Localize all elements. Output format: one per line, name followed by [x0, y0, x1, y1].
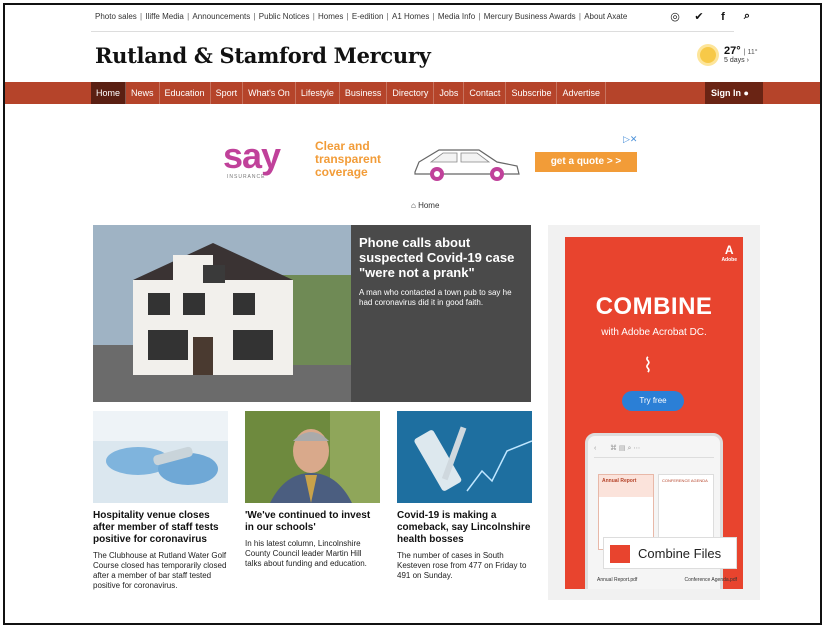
hero-summary: A man who contacted a town pub to say he… — [359, 288, 512, 307]
divider — [91, 31, 734, 32]
say-logo-sub: INSURANCE — [227, 174, 266, 180]
card-image-lab — [93, 411, 228, 503]
nav-business[interactable]: Business — [340, 82, 388, 104]
card-image-portrait — [245, 411, 380, 503]
weather-low: | 11° — [743, 49, 758, 56]
weather-temp: 27° — [724, 45, 741, 57]
hero-image — [93, 225, 351, 402]
get-quote-button[interactable]: get a quote > > — [535, 152, 637, 172]
site-logo[interactable]: Rutland & Stamford Mercury — [95, 43, 431, 68]
file-name-2: Conference Agenda.pdf — [684, 577, 737, 583]
card-summary: The Clubhouse at Rutland Water Golf Cour… — [93, 551, 227, 590]
nav-whats-on[interactable]: What's On — [243, 82, 296, 104]
utility-bar: Photo sales | Iliffe Media | Announcemen… — [5, 5, 820, 31]
sun-icon — [700, 46, 716, 63]
nav-directory[interactable]: Directory — [387, 82, 435, 104]
article-card[interactable]: Hospitality venue closes after member of… — [93, 411, 228, 591]
ad-headline: COMBINE — [595, 293, 713, 320]
adobe-logo-text: Adobe — [721, 257, 737, 263]
hero-article[interactable]: Phone calls about suspected Covid-19 cas… — [93, 225, 531, 402]
link-homes[interactable]: Homes — [318, 12, 343, 21]
nav-contact[interactable]: Contact — [464, 82, 507, 104]
nav-advertise[interactable]: Advertise — [557, 82, 606, 104]
adchoices-icon[interactable]: ▷✕ — [623, 134, 637, 145]
nav-news[interactable]: News — [126, 82, 160, 104]
ad-subheadline: with Adobe Acrobat DC. — [601, 327, 707, 338]
breadcrumb[interactable]: ⌂ Home — [411, 201, 439, 210]
link-public-notices[interactable]: Public Notices — [259, 12, 310, 21]
try-free-button[interactable]: Try free — [622, 391, 684, 411]
doc-title: Annual Report — [599, 475, 653, 497]
hero-text: Phone calls about suspected Covid-19 cas… — [351, 225, 531, 402]
social-links: ◎ ✔ f ⌕ — [669, 10, 753, 23]
nav-home[interactable]: Home — [91, 82, 127, 104]
nav-sport[interactable]: Sport — [211, 82, 244, 104]
twitter-icon[interactable]: ✔ — [693, 10, 705, 23]
link-business-awards[interactable]: Mercury Business Awards — [484, 12, 576, 21]
link-photo-sales[interactable]: Photo sales — [95, 12, 137, 21]
ad-tagline-3: coverage — [315, 165, 368, 179]
nav-education[interactable]: Education — [160, 82, 211, 104]
home-icon: ⌂ — [411, 201, 416, 210]
car-illustration — [414, 149, 520, 181]
phone-toolbar: ‹ ⌘ ▤ ⌕ ⋯ — [594, 444, 714, 458]
main-nav: Home News Education Sport What's On Life… — [5, 82, 820, 104]
adobe-ad[interactable]: A Adobe COMBINE with Adobe Acrobat DC. ⌇ … — [565, 237, 743, 589]
card-headline[interactable]: Hospitality venue closes after member of… — [93, 510, 228, 546]
link-a1-homes[interactable]: A1 Homes — [392, 12, 429, 21]
hero-headline[interactable]: Phone calls about suspected Covid-19 cas… — [359, 235, 523, 280]
link-iliffe-media[interactable]: Iliffe Media — [145, 12, 184, 21]
sign-in-button[interactable]: Sign In ● — [705, 82, 763, 104]
nav-lifestyle[interactable]: Lifestyle — [296, 82, 340, 104]
ad-tagline: Clear and transparent coverage — [315, 140, 381, 179]
acrobat-icon: ⌇ — [643, 355, 653, 377]
card-headline[interactable]: 'We've continued to invest in our school… — [245, 510, 380, 534]
nav-jobs[interactable]: Jobs — [434, 82, 465, 104]
insurance-ad-banner[interactable]: say INSURANCE Clear and transparent cove… — [217, 130, 639, 190]
weather-widget[interactable]: 27° | 11° 5 days › — [700, 45, 758, 64]
article-card[interactable]: Covid-19 is making a comeback, say Linco… — [397, 411, 532, 581]
user-icon: ● — [743, 88, 749, 98]
card-image-vaccine — [397, 411, 532, 503]
file-name-1: Annual Report.pdf — [597, 577, 638, 583]
say-logo: say — [223, 135, 281, 176]
combine-files-badge: Combine Files — [603, 537, 737, 569]
nav-subscribe[interactable]: Subscribe — [506, 82, 558, 104]
weather-forecast-link[interactable]: 5 days › — [724, 57, 758, 64]
card-summary: The number of cases in South Kesteven ro… — [397, 551, 527, 580]
link-media-info[interactable]: Media Info — [438, 12, 475, 21]
instagram-icon[interactable]: ◎ — [669, 10, 681, 23]
link-announcements[interactable]: Announcements — [192, 12, 250, 21]
sign-in-label: Sign In — [711, 88, 741, 98]
utility-links: Photo sales | Iliffe Media | Announcemen… — [95, 12, 628, 21]
file-names: Annual Report.pdf Conference Agenda.pdf — [597, 577, 737, 583]
link-e-edition[interactable]: E-edition — [352, 12, 384, 21]
browser-frame: Photo sales | Iliffe Media | Announcemen… — [3, 3, 822, 625]
breadcrumb-home: Home — [418, 201, 440, 210]
adobe-logo: A Adobe — [721, 243, 737, 263]
adobe-ad-container: A Adobe COMBINE with Adobe Acrobat DC. ⌇ … — [548, 225, 760, 600]
search-icon[interactable]: ⌕ — [741, 10, 753, 23]
files-icon — [610, 545, 630, 563]
combine-files-label: Combine Files — [638, 546, 722, 561]
card-summary: In his latest column, Lincolnshire Count… — [245, 539, 367, 568]
link-about-axate[interactable]: About Axate — [584, 12, 627, 21]
facebook-icon[interactable]: f — [717, 11, 729, 23]
card-headline[interactable]: Covid-19 is making a comeback, say Linco… — [397, 510, 532, 546]
article-card[interactable]: 'We've continued to invest in our school… — [245, 411, 380, 569]
